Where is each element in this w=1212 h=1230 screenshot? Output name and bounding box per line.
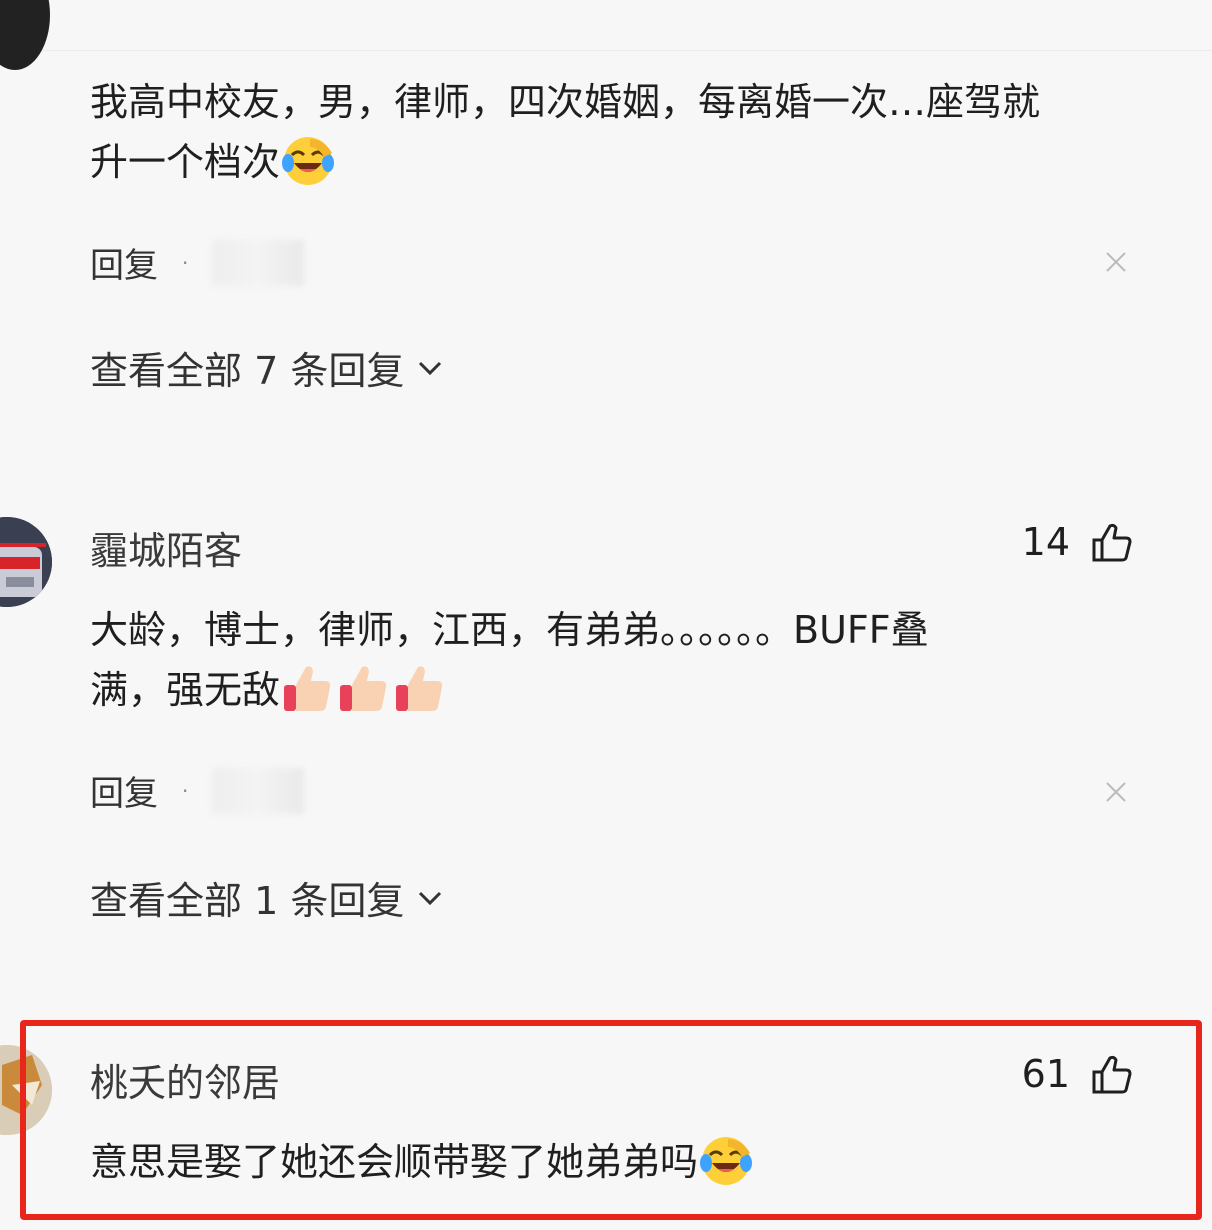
view-all-replies-label: 查看全部 7 条回复: [90, 349, 405, 393]
thumbs-up-icon[interactable]: [1090, 1052, 1134, 1096]
top-divider: [0, 0, 1212, 51]
like-count: 61: [1021, 1052, 1070, 1096]
thumbs-up-emoji-icon: [396, 666, 443, 711]
close-icon[interactable]: [1104, 780, 1128, 804]
view-all-replies-button[interactable]: 查看全部 7 条回复: [90, 340, 444, 395]
username[interactable]: 桃夭的邻居: [90, 1052, 280, 1107]
separator-dot: ·: [182, 778, 189, 803]
like-counter[interactable]: 61: [1022, 1052, 1134, 1096]
avatar[interactable]: [0, 517, 52, 607]
reply-row: 回复 ·: [90, 238, 305, 287]
thumbs-up-emoji-icon: [340, 666, 387, 711]
reply-button[interactable]: 回复: [90, 238, 158, 287]
laughing-crying-emoji-icon: [700, 1136, 753, 1185]
comment-text: 我高中校友，男，律师，四次婚姻，每离婚一次…座驾就 升一个档次: [90, 72, 1040, 192]
blurred-meta: [212, 239, 305, 286]
chevron-down-icon: [419, 891, 442, 905]
like-count: 14: [1021, 520, 1070, 564]
comment-text: 大龄，博士，律师，江西，有弟弟。。。。。。BUFF叠 满，强无敌: [90, 600, 929, 720]
robot-avatar-icon: [0, 517, 52, 607]
username[interactable]: 霾城陌客: [90, 520, 242, 575]
separator-dot: ·: [182, 250, 189, 275]
like-counter[interactable]: 14: [1022, 520, 1134, 564]
reply-button[interactable]: 回复: [90, 766, 158, 815]
view-all-replies-label: 查看全部 1 条回复: [90, 879, 405, 923]
avatar[interactable]: [0, 0, 50, 70]
comment-text-line-2: 升一个档次: [90, 140, 281, 184]
comment-text-line-2: 满，强无敌: [90, 668, 281, 712]
thumbs-up-icon[interactable]: [1090, 520, 1134, 564]
blurred-meta: [212, 767, 305, 814]
chevron-down-icon: [419, 361, 442, 375]
laughing-crying-emoji-icon: [282, 136, 335, 185]
view-all-replies-button[interactable]: 查看全部 1 条回复: [90, 870, 444, 925]
thumbs-up-emoji-icon: [284, 666, 331, 711]
comment-text-line-1: 大龄，博士，律师，江西，有弟弟。。。。。。BUFF叠: [90, 608, 929, 652]
comment-text: 意思是娶了她还会顺带娶了她弟弟吗: [90, 1132, 754, 1192]
comment-text-line-1: 我高中校友，男，律师，四次婚姻，每离婚一次…座驾就: [90, 80, 1041, 124]
comment-text-line-1: 意思是娶了她还会顺带娶了她弟弟吗: [90, 1140, 699, 1184]
close-icon[interactable]: [1104, 250, 1128, 274]
reply-row: 回复 ·: [90, 766, 305, 815]
